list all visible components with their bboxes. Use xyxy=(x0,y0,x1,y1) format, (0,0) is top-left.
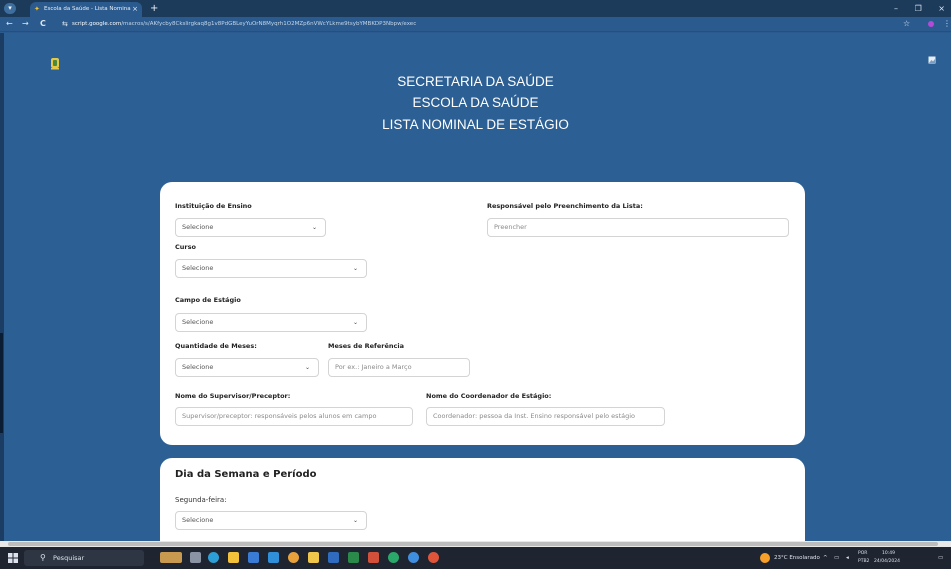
curso-select-value: Selecione xyxy=(182,264,214,272)
main-form-card: Instituição de Ensino Selecione ⌄ Respon… xyxy=(160,182,805,445)
weather-icon[interactable] xyxy=(760,553,770,563)
chevron-down-icon: ⌄ xyxy=(352,319,358,326)
chevron-down-icon: ⌄ xyxy=(304,364,310,371)
lang-bottom[interactable]: PTB2 xyxy=(858,559,869,564)
back-button[interactable]: ← xyxy=(6,18,13,30)
url-domain: script.google.com xyxy=(72,21,122,27)
forward-button[interactable]: → xyxy=(22,18,29,30)
header-title-line3: LISTA NOMINAL DE ESTÁGIO xyxy=(382,117,569,132)
mail-icon[interactable] xyxy=(268,552,279,563)
left-edge-bar xyxy=(0,333,3,433)
chevron-down-icon: ⌄ xyxy=(352,517,358,524)
weather-text[interactable]: 23°C Ensolarado xyxy=(774,550,820,566)
reload-button[interactable]: C xyxy=(40,18,46,30)
notification-icon[interactable]: ▭ xyxy=(938,550,943,566)
coordenador-input[interactable]: Coordenador: pessoa da Inst. Ensino resp… xyxy=(426,407,665,426)
browser-toolbar: ← → C ⇆ script.google.com/macros/s/AKfyc… xyxy=(0,17,951,32)
header-title-line1: SECRETARIA DA SAÚDE xyxy=(397,74,554,89)
instituicao-select-value: Selecione xyxy=(182,223,214,231)
site-info-icon[interactable]: ⇆ xyxy=(62,19,68,30)
meses-label: Meses de Referência xyxy=(328,342,404,350)
header-title-line2: ESCOLA DA SAÚDE xyxy=(412,95,539,110)
meses-input[interactable]: Por ex.: Janeiro a Março xyxy=(328,358,470,377)
edge-icon[interactable] xyxy=(208,552,219,563)
prefeitura-logo-icon xyxy=(51,58,59,70)
coordenador-label: Nome do Coordenador de Estágio: xyxy=(426,392,552,400)
scrollbar-thumb[interactable] xyxy=(8,542,938,546)
tab-favicon-icon: ✦ xyxy=(34,5,40,13)
browser-tab-active[interactable]: ✦ Escola da Saúde - Lista Nomina × xyxy=(30,2,142,17)
search-icon: ⚲ xyxy=(40,553,46,562)
task-view-icon[interactable] xyxy=(190,552,201,563)
quantidade-select[interactable]: Selecione ⌄ xyxy=(175,358,319,377)
tab-list-dropdown-icon[interactable]: ▾ xyxy=(4,3,16,14)
instituicao-select[interactable]: Selecione ⌄ xyxy=(175,218,326,237)
responsavel-input[interactable]: Preencher xyxy=(487,218,789,237)
image-placeholder-icon xyxy=(928,56,936,64)
folder-icon[interactable] xyxy=(308,552,319,563)
new-tab-button[interactable]: + xyxy=(150,2,158,15)
taskbar-search-text: Pesquisar xyxy=(53,554,85,562)
file-explorer-icon[interactable] xyxy=(228,552,239,563)
word-icon[interactable] xyxy=(328,552,339,563)
url-path: /macros/s/AKfycby8Ckslirgkaq8g1v8PdGBLey… xyxy=(121,21,417,27)
chrome-profile-icon[interactable] xyxy=(408,552,419,563)
tray-overflow-icon[interactable]: ^ xyxy=(823,550,828,566)
supervisor-input[interactable]: Supervisor/preceptor: responsáveis pelos… xyxy=(175,407,413,426)
extension-icon[interactable] xyxy=(928,21,934,27)
instituicao-label: Instituição de Ensino xyxy=(175,202,252,210)
responsavel-label: Responsável pelo Preenchimento da Lista: xyxy=(487,202,643,210)
address-bar[interactable]: script.google.com/macros/s/AKfycby8Cksli… xyxy=(72,18,416,31)
segunda-select-value: Selecione xyxy=(182,516,214,524)
tab-title: Escola da Saúde - Lista Nomina xyxy=(44,6,131,12)
curso-label: Curso xyxy=(175,243,196,251)
bookmark-star-icon[interactable]: ☆ xyxy=(903,18,910,30)
close-window-button[interactable]: × xyxy=(938,4,945,13)
segunda-label: Segunda-feira: xyxy=(175,496,227,504)
chrome-active-icon[interactable] xyxy=(428,552,439,563)
windows-start-icon[interactable] xyxy=(8,553,18,563)
chrome-app-icon[interactable] xyxy=(288,552,299,563)
windows-taskbar: ⚲ Pesquisar 23°C Ensolarado ^ ▭ ◂ POR PT… xyxy=(0,547,951,569)
window-controls: – ❐ × xyxy=(880,2,945,15)
campo-select-value: Selecione xyxy=(182,318,214,326)
network-icon[interactable]: ▭ xyxy=(834,550,839,566)
tab-close-icon[interactable]: × xyxy=(132,2,138,17)
supervisor-label: Nome do Supervisor/Preceptor: xyxy=(175,392,291,400)
browser-tab-bar: ▾ ✦ Escola da Saúde - Lista Nomina × + –… xyxy=(0,0,951,17)
schedule-title: Dia da Semana e Período xyxy=(175,469,317,480)
minimize-button[interactable]: – xyxy=(894,4,898,13)
clock-time[interactable]: 10:49 xyxy=(882,551,895,556)
powerpoint-icon[interactable] xyxy=(368,552,379,563)
lang-top[interactable]: POR xyxy=(858,551,867,556)
volume-icon[interactable]: ◂ xyxy=(846,550,849,566)
maximize-button[interactable]: ❐ xyxy=(915,4,922,13)
campo-label: Campo de Estágio xyxy=(175,296,241,304)
page-content: SECRETARIA DA SAÚDE ESCOLA DA SAÚDE LIST… xyxy=(0,33,951,541)
chevron-down-icon: ⌄ xyxy=(352,265,358,272)
schedule-card: Dia da Semana e Período Segunda-feira: S… xyxy=(160,458,805,541)
segunda-select[interactable]: Selecione ⌄ xyxy=(175,511,367,530)
whatsapp-icon[interactable] xyxy=(388,552,399,563)
excel-icon[interactable] xyxy=(348,552,359,563)
clock-date[interactable]: 24/04/2024 xyxy=(874,559,900,564)
chevron-down-icon: ⌄ xyxy=(311,224,317,231)
curso-select[interactable]: Selecione ⌄ xyxy=(175,259,367,278)
store-icon[interactable] xyxy=(248,552,259,563)
campo-select[interactable]: Selecione ⌄ xyxy=(175,313,367,332)
browser-menu-icon[interactable]: ⋮ xyxy=(943,18,951,30)
quantidade-label: Quantidade de Meses: xyxy=(175,342,257,350)
taskbar-widget-icon[interactable] xyxy=(160,552,182,563)
quantidade-select-value: Selecione xyxy=(182,363,214,371)
